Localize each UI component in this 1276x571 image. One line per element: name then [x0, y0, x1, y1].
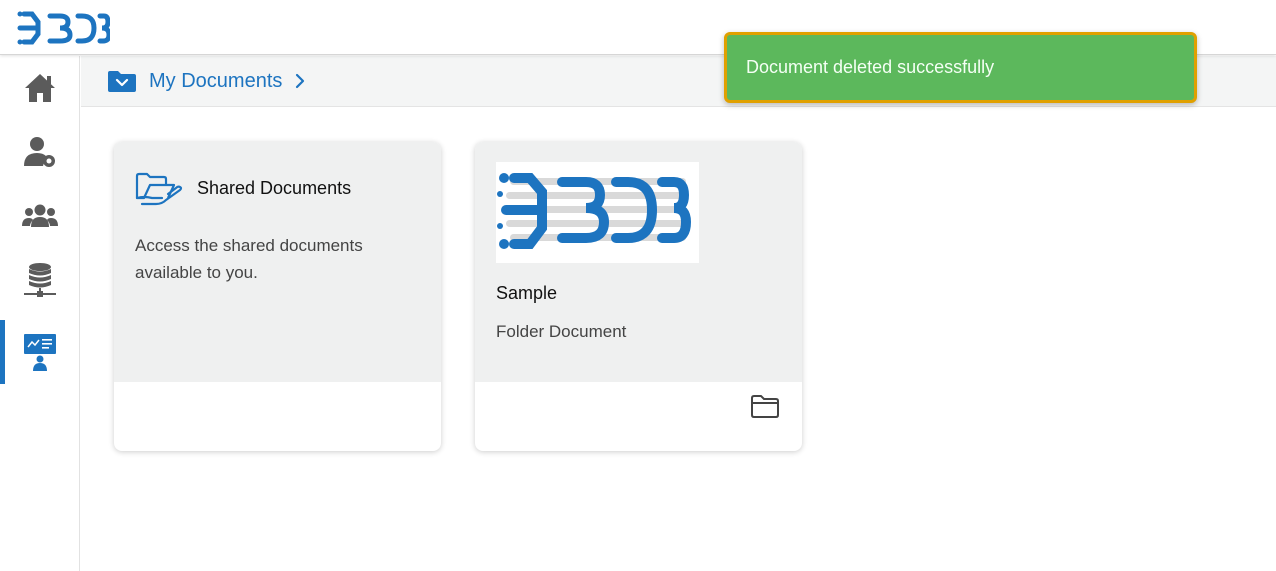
card-title: Shared Documents	[197, 178, 352, 198]
breadcrumb-my-documents[interactable]: My Documents	[107, 68, 306, 94]
folder-open-hand-icon	[135, 172, 183, 206]
success-toast[interactable]: Document deleted successfully	[724, 32, 1197, 103]
sample-document-card[interactable]: Sample Folder Document	[475, 142, 802, 451]
card-body: Sample Folder Document	[475, 142, 802, 382]
bdb-logo-icon[interactable]	[16, 8, 112, 48]
home-icon	[25, 74, 55, 102]
user-gear-icon	[24, 137, 55, 167]
sidebar-item-home[interactable]	[0, 56, 80, 120]
toast-message: Document deleted successfully	[746, 57, 995, 77]
card-subtitle: Folder Document	[496, 322, 627, 341]
presentation-user-icon	[24, 334, 56, 371]
folder-icon[interactable]	[750, 393, 780, 419]
chevron-right-icon	[296, 73, 305, 89]
sidebar-item-user-settings[interactable]	[0, 120, 80, 184]
document-thumbnail	[496, 162, 699, 263]
breadcrumb-label[interactable]: My Documents	[149, 68, 282, 94]
bdb-logo-icon	[497, 173, 692, 249]
sidebar-item-users[interactable]	[0, 184, 80, 248]
users-group-icon	[22, 204, 58, 227]
card-body: Shared Documents Access the shared docum…	[114, 142, 441, 382]
card-description: Access the shared documents available to…	[135, 236, 363, 282]
sidebar	[0, 56, 80, 571]
sidebar-item-presenter[interactable]	[0, 320, 80, 384]
database-network-icon	[24, 263, 56, 297]
card-title: Sample	[496, 283, 558, 303]
sidebar-item-database[interactable]	[0, 248, 80, 312]
shared-documents-card[interactable]: Shared Documents Access the shared docum…	[114, 142, 441, 451]
folder-dropdown-icon[interactable]	[107, 69, 137, 93]
